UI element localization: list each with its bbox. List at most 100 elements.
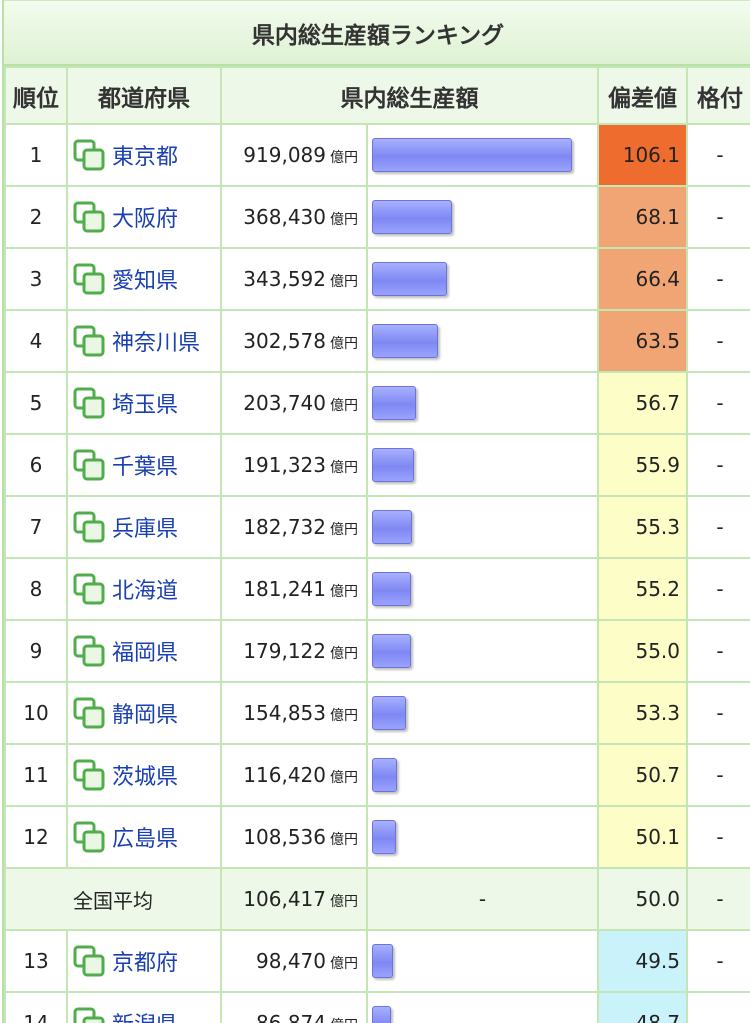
header-value: 県内総生産額 xyxy=(220,66,599,125)
prefecture-cell[interactable]: 東京都 xyxy=(66,123,222,187)
rank-cell: 8 xyxy=(4,557,68,621)
prefecture-icon[interactable] xyxy=(72,944,106,978)
prefecture-link[interactable]: 広島県 xyxy=(112,827,178,852)
prefecture-icon[interactable] xyxy=(72,572,106,606)
prefecture-icon[interactable] xyxy=(72,1006,106,1023)
prefecture-cell[interactable]: 茨城県 xyxy=(66,743,222,807)
prefecture-link[interactable]: 愛知県 xyxy=(112,269,178,294)
prefecture-icon[interactable] xyxy=(72,758,106,792)
deviation-cell: 48.7 xyxy=(597,991,688,1023)
prefecture-cell[interactable]: 新潟県 xyxy=(66,991,222,1023)
value-bar xyxy=(372,820,396,854)
prefecture-cell[interactable]: 広島県 xyxy=(66,805,222,869)
prefecture-cell[interactable]: 埼玉県 xyxy=(66,371,222,435)
ranking-panel: 県内総生産額ランキング 順位 都道府県 県内総生産額 偏差値 格付 1 東京都 91… xyxy=(2,0,750,1023)
grade-cell: - xyxy=(686,929,750,993)
prefecture-link[interactable]: 北海道 xyxy=(112,579,178,604)
value-text: 191,323 xyxy=(243,453,326,477)
prefecture-icon[interactable] xyxy=(72,820,106,854)
table-row: 1 東京都 919,089 億円 106.1- xyxy=(4,123,750,187)
grade-cell: - xyxy=(686,371,750,435)
ranking-title: 県内総生産額ランキング xyxy=(4,0,750,66)
grade-cell: - xyxy=(686,185,750,249)
value-cell: 182,732 億円 xyxy=(220,495,368,559)
prefecture-cell[interactable]: 愛知県 xyxy=(66,247,222,311)
grade-cell: - xyxy=(686,991,750,1023)
value-cell: 203,740 億円 xyxy=(220,371,368,435)
value-text: 108,536 xyxy=(243,825,326,849)
prefecture-cell[interactable]: 京都府 xyxy=(66,929,222,993)
ranking-rows-top: 1 東京都 919,089 億円 106.1-2 大阪府 368,430 億円 68.1-3 愛知… xyxy=(4,123,750,869)
table-row: 9 福岡県 179,122 億円 55.0- xyxy=(4,619,750,683)
prefecture-link[interactable]: 新潟県 xyxy=(112,1013,178,1023)
rank-cell: 10 xyxy=(4,681,68,745)
prefecture-cell[interactable]: 千葉県 xyxy=(66,433,222,497)
unit-label: 億円 xyxy=(330,584,358,600)
bar-cell xyxy=(366,123,599,187)
grade-cell: - xyxy=(686,495,750,559)
rank-cell: 1 xyxy=(4,123,68,187)
prefecture-cell[interactable]: 大阪府 xyxy=(66,185,222,249)
prefecture-icon[interactable] xyxy=(72,262,106,296)
table-header-row: 順位 都道府県 県内総生産額 偏差値 格付 xyxy=(4,66,750,125)
grade-cell: - xyxy=(686,309,750,373)
prefecture-cell[interactable]: 北海道 xyxy=(66,557,222,621)
value-text: 302,578 xyxy=(243,329,326,353)
unit-label: 億円 xyxy=(330,770,358,786)
value-text: 203,740 xyxy=(243,391,326,415)
prefecture-link[interactable]: 福岡県 xyxy=(112,641,178,666)
prefecture-icon[interactable] xyxy=(72,200,106,234)
deviation-cell: 63.5 xyxy=(597,309,688,373)
prefecture-link[interactable]: 神奈川県 xyxy=(112,331,200,356)
prefecture-cell[interactable]: 神奈川県 xyxy=(66,309,222,373)
table-row: 3 愛知県 343,592 億円 66.4- xyxy=(4,247,750,311)
prefecture-icon[interactable] xyxy=(72,510,106,544)
value-cell: 154,853 億円 xyxy=(220,681,368,745)
table-row: 5 埼玉県 203,740 億円 56.7- xyxy=(4,371,750,435)
prefecture-icon[interactable] xyxy=(72,634,106,668)
value-text: 154,853 xyxy=(243,701,326,725)
deviation-cell: 56.7 xyxy=(597,371,688,435)
prefecture-cell[interactable]: 兵庫県 xyxy=(66,495,222,559)
bar-cell xyxy=(366,557,599,621)
value-cell: 86,874 億円 xyxy=(220,991,368,1023)
value-bar xyxy=(372,510,412,544)
value-cell: 919,089 億円 xyxy=(220,123,368,187)
deviation-cell: 49.5 xyxy=(597,929,688,993)
prefecture-link[interactable]: 茨城県 xyxy=(112,765,178,790)
average-row: 全国平均 106,417 億円 - 50.0 - xyxy=(4,867,750,931)
prefecture-icon[interactable] xyxy=(72,138,106,172)
grade-cell: - xyxy=(686,805,750,869)
prefecture-cell[interactable]: 福岡県 xyxy=(66,619,222,683)
table-row: 13 京都府 98,470 億円 49.5- xyxy=(4,929,750,993)
prefecture-link[interactable]: 東京都 xyxy=(112,145,178,170)
prefecture-icon[interactable] xyxy=(72,696,106,730)
value-bar xyxy=(372,572,411,606)
value-cell: 181,241 億円 xyxy=(220,557,368,621)
grade-cell: - xyxy=(686,743,750,807)
unit-label: 億円 xyxy=(330,894,358,910)
prefecture-link[interactable]: 千葉県 xyxy=(112,455,178,480)
prefecture-link[interactable]: 京都府 xyxy=(112,951,178,976)
rank-cell: 14 xyxy=(4,991,68,1023)
unit-label: 億円 xyxy=(330,460,358,476)
prefecture-link[interactable]: 埼玉県 xyxy=(112,393,178,418)
prefecture-cell[interactable]: 静岡県 xyxy=(66,681,222,745)
rank-cell: 6 xyxy=(4,433,68,497)
table-row: 8 北海道 181,241 億円 55.2- xyxy=(4,557,750,621)
deviation-cell: 68.1 xyxy=(597,185,688,249)
table-row: 11 茨城県 116,420 億円 50.7- xyxy=(4,743,750,807)
rank-cell: 5 xyxy=(4,371,68,435)
prefecture-icon[interactable] xyxy=(72,386,106,420)
rank-cell: 13 xyxy=(4,929,68,993)
prefecture-link[interactable]: 大阪府 xyxy=(112,207,178,232)
unit-label: 億円 xyxy=(330,1018,358,1023)
prefecture-icon[interactable] xyxy=(72,448,106,482)
table-row: 14 新潟県 86,874 億円 48.7- xyxy=(4,991,750,1023)
prefecture-icon[interactable] xyxy=(72,324,106,358)
prefecture-link[interactable]: 兵庫県 xyxy=(112,517,178,542)
grade-cell: - xyxy=(686,123,750,187)
value-bar xyxy=(372,200,452,234)
prefecture-link[interactable]: 静岡県 xyxy=(112,703,178,728)
table-row: 12 広島県 108,536 億円 50.1- xyxy=(4,805,750,869)
